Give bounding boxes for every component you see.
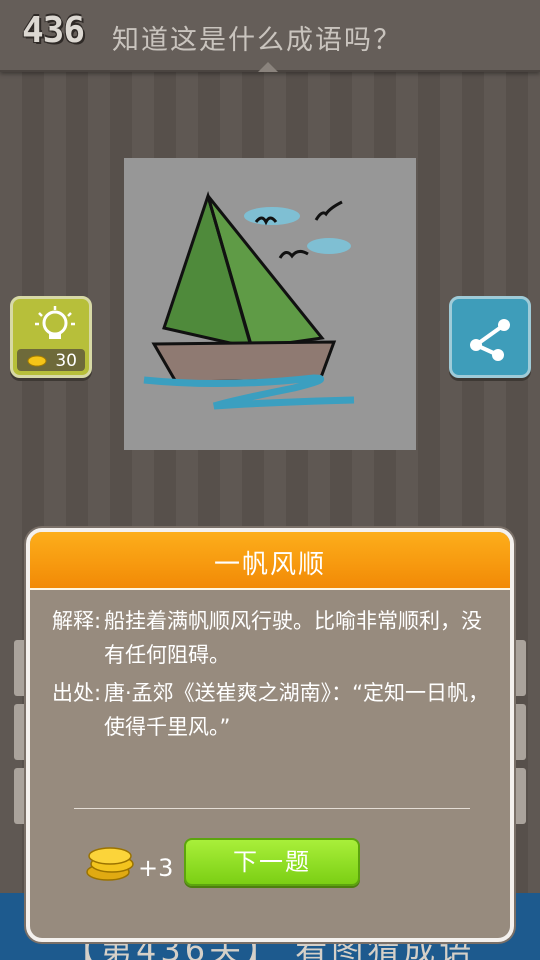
next-question-label: 下一题 <box>233 848 311 876</box>
explanation-text: 船挂着满帆顺风行驶。比喻非常顺利，没有任何阻碍。 <box>104 609 482 667</box>
side-stub <box>512 640 526 696</box>
next-question-button[interactable]: 下一题 <box>184 838 360 886</box>
question-text: 知道这是什么成语吗？ <box>112 25 402 56</box>
coin-reward: +3 <box>138 854 174 882</box>
header-notch <box>258 62 278 72</box>
hint-cost: 30 <box>55 351 77 371</box>
coin-icon <box>27 355 47 367</box>
sailboat-icon <box>143 190 355 410</box>
side-stub <box>512 704 526 760</box>
level-number: 436 <box>22 10 85 51</box>
share-icon <box>470 319 510 361</box>
answer-dialog: 一帆风顺 解释: 船挂着满帆顺风行驶。比喻非常顺利，没有任何阻碍。 出处: 唐·… <box>26 528 514 942</box>
coin-stack-icon <box>86 847 134 881</box>
top-bar: 436 知道这是什么成语吗？ <box>0 0 540 72</box>
source-entry: 出处: 唐·孟郊《送崔爽之湖南》：“定知一日帆，使得千里风。” <box>52 676 492 744</box>
explanation-label: 解释: <box>52 609 102 633</box>
source-text: 唐·孟郊《送崔爽之湖南》：“定知一日帆，使得千里风。” <box>104 681 490 739</box>
divider <box>74 808 470 809</box>
puzzle-picture <box>124 158 416 450</box>
share-button[interactable] <box>449 296 531 378</box>
explanation-entry: 解释: 船挂着满帆顺风行驶。比喻非常顺利，没有任何阻碍。 <box>52 604 492 672</box>
lightbulb-icon <box>35 306 75 339</box>
idiom-answer: 一帆风顺 <box>213 550 326 580</box>
dialog-header: 一帆风顺 <box>30 532 510 590</box>
side-stub <box>512 768 526 824</box>
source-label: 出处: <box>52 681 102 705</box>
hint-button[interactable]: 30 <box>10 296 92 378</box>
